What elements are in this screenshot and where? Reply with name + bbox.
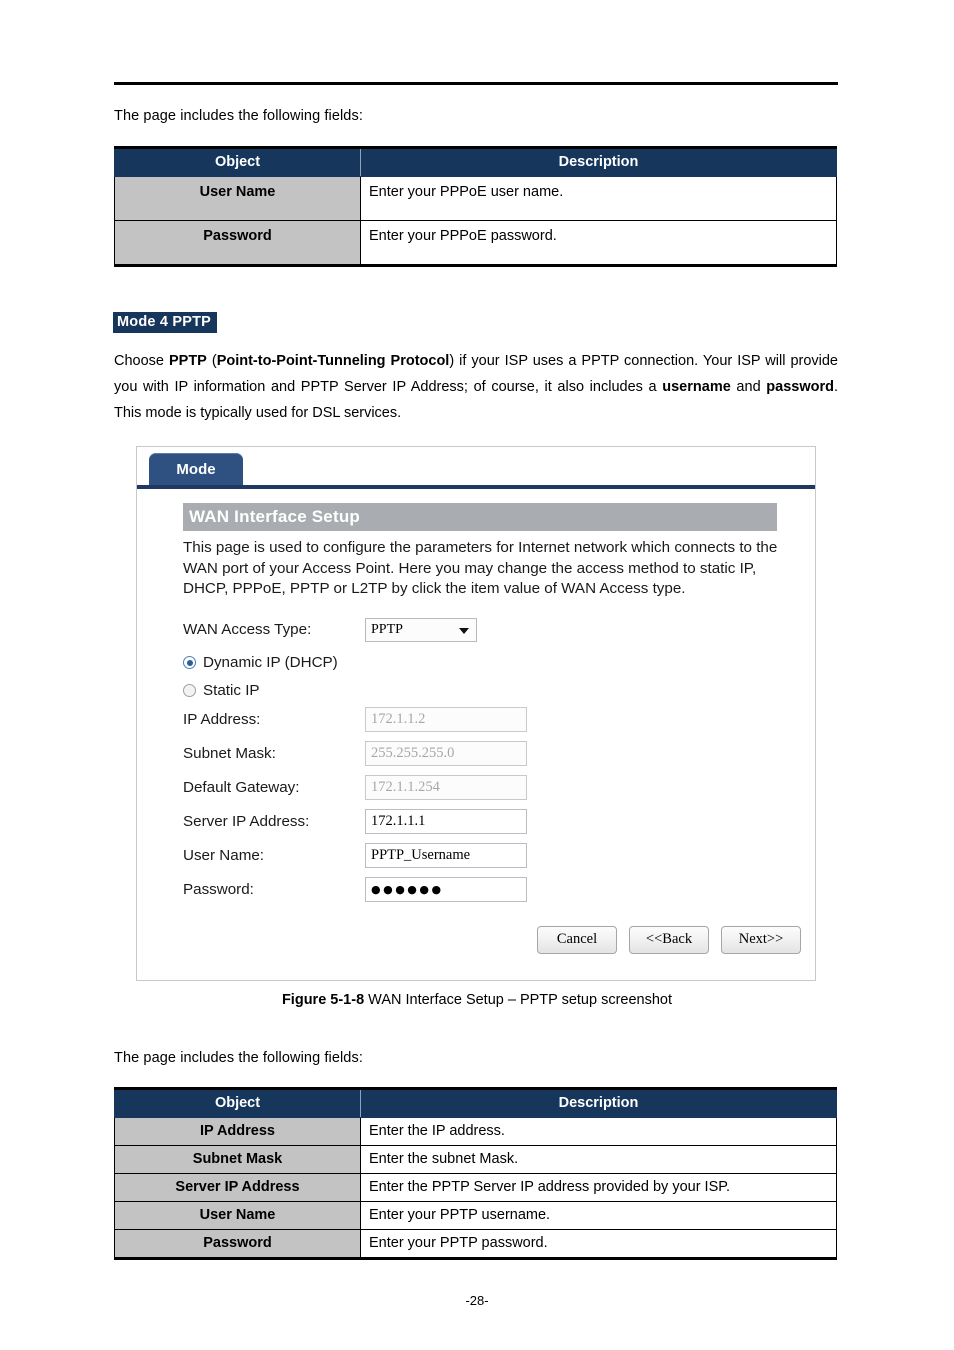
password-label: Password: bbox=[183, 881, 254, 898]
cell-description: Enter your PPPoE password. bbox=[360, 220, 837, 266]
table-row: User Name Enter your PPTP username. bbox=[114, 1201, 837, 1230]
column-header-object: Object bbox=[114, 1088, 361, 1118]
column-header-object: Object bbox=[114, 147, 361, 177]
router-admin-screenshot: Mode WAN Interface Setup This page is us… bbox=[136, 446, 816, 981]
table-header-row: Object Description bbox=[114, 147, 837, 177]
wan-setup-form: WAN Access Type: PPTP Dynamic IP (DHCP) … bbox=[183, 616, 815, 954]
ip-address-row: IP Address: 172.1.1.2 bbox=[183, 706, 815, 734]
para-bold-protocol: Point-to-Point-Tunneling Protocol bbox=[216, 353, 450, 369]
password-input[interactable]: ●●●●●● bbox=[365, 877, 527, 902]
object-description-table-top: Object Description User Name Enter your … bbox=[114, 146, 837, 267]
section-paragraph: Choose PPTP (Point-to-Point-Tunneling Pr… bbox=[114, 348, 838, 426]
password-row: Password: ●●●●●● bbox=[183, 876, 815, 904]
subnet-mask-row: Subnet Mask: 255.255.255.0 bbox=[183, 740, 815, 768]
user-name-input[interactable]: PPTP_Username bbox=[365, 843, 527, 868]
ip-address-label: IP Address: bbox=[183, 711, 261, 728]
figure-caption-text: WAN Interface Setup – PPTP setup screens… bbox=[364, 992, 673, 1008]
figure-number: Figure 5-1-8 bbox=[281, 992, 365, 1008]
column-header-description: Description bbox=[360, 1088, 837, 1118]
document-page: The page includes the following fields: … bbox=[0, 0, 954, 1350]
cell-object: User Name bbox=[114, 1201, 361, 1230]
para-bold-username: username bbox=[662, 379, 731, 395]
cell-description: Enter your PPTP username. bbox=[360, 1201, 837, 1230]
cell-description: Enter the IP address. bbox=[360, 1117, 837, 1146]
para-part-1: Choose bbox=[114, 353, 169, 369]
figure-caption: Figure 5-1-8 WAN Interface Setup – PPTP … bbox=[0, 992, 954, 1008]
wan-access-type-label: WAN Access Type: bbox=[183, 621, 312, 638]
cell-description: Enter the PPTP Server IP address provide… bbox=[360, 1173, 837, 1202]
default-gateway-label: Default Gateway: bbox=[183, 779, 300, 796]
section-description: This page is used to configure the param… bbox=[183, 539, 778, 597]
cell-object: Subnet Mask bbox=[114, 1145, 361, 1174]
cell-object: User Name bbox=[114, 176, 361, 221]
section-title-bar: WAN Interface Setup bbox=[183, 503, 777, 531]
object-description-table-bottom: Object Description IP Address Enter the … bbox=[114, 1087, 837, 1260]
cell-object: Server IP Address bbox=[114, 1173, 361, 1202]
ip-address-input[interactable]: 172.1.1.2 bbox=[365, 707, 527, 732]
section-heading-mode-4-pptp: Mode 4 PPTP bbox=[113, 312, 218, 333]
wan-access-type-value: PPTP bbox=[371, 621, 403, 637]
chevron-down-icon bbox=[459, 627, 469, 634]
column-header-description: Description bbox=[360, 147, 837, 177]
para-bold-pptp: PPTP bbox=[168, 353, 207, 369]
wan-access-type-row: WAN Access Type: PPTP bbox=[183, 616, 815, 644]
para-bold-password: password bbox=[766, 379, 834, 395]
wan-access-type-select[interactable]: PPTP bbox=[365, 617, 477, 642]
cell-description: Enter your PPTP password. bbox=[360, 1229, 837, 1259]
cell-object: Password bbox=[114, 1229, 361, 1259]
intro-text-bottom: The page includes the following fields: bbox=[114, 1050, 363, 1066]
para-part-2: ( bbox=[206, 353, 217, 369]
radio-option-dynamic-ip[interactable]: Dynamic IP (DHCP) bbox=[183, 650, 815, 676]
radio-static-ip-label: Static IP bbox=[203, 682, 260, 699]
table-row: Subnet Mask Enter the subnet Mask. bbox=[114, 1145, 837, 1174]
user-name-row: User Name: PPTP_Username bbox=[183, 842, 815, 870]
cell-object: IP Address bbox=[114, 1117, 361, 1146]
back-button[interactable]: <<Back bbox=[629, 925, 709, 954]
table-header-row: Object Description bbox=[114, 1088, 837, 1118]
next-button[interactable]: Next>> bbox=[721, 925, 801, 954]
cancel-button[interactable]: Cancel bbox=[537, 925, 617, 954]
cell-description: Enter your PPPoE user name. bbox=[360, 176, 837, 221]
default-gateway-row: Default Gateway: 172.1.1.254 bbox=[183, 774, 815, 802]
table-row: Password Enter your PPTP password. bbox=[114, 1229, 837, 1259]
default-gateway-input[interactable]: 172.1.1.254 bbox=[365, 775, 527, 800]
user-name-label: User Name: bbox=[183, 847, 265, 864]
page-number: -28- bbox=[465, 1293, 489, 1308]
cell-object: Password bbox=[114, 220, 361, 266]
panel-body: WAN Interface Setup This page is used to… bbox=[137, 489, 815, 954]
server-ip-address-input[interactable]: 172.1.1.1 bbox=[365, 809, 527, 834]
intro-text-top: The page includes the following fields: bbox=[114, 108, 363, 124]
form-button-row: Cancel <<Back Next>> bbox=[183, 925, 815, 954]
radio-option-static-ip[interactable]: Static IP bbox=[183, 678, 815, 704]
tab-bar: Mode bbox=[137, 447, 815, 489]
radio-static-ip-indicator[interactable] bbox=[183, 684, 196, 697]
server-ip-address-row: Server IP Address: 172.1.1.1 bbox=[183, 808, 815, 836]
table-row: Server IP Address Enter the PPTP Server … bbox=[114, 1173, 837, 1202]
subnet-mask-label: Subnet Mask: bbox=[183, 745, 276, 762]
subnet-mask-input[interactable]: 255.255.255.0 bbox=[365, 741, 527, 766]
server-ip-address-label: Server IP Address: bbox=[183, 813, 310, 830]
header-rule bbox=[114, 82, 838, 85]
radio-dynamic-ip-label: Dynamic IP (DHCP) bbox=[203, 654, 338, 671]
table-row: IP Address Enter the IP address. bbox=[114, 1117, 837, 1146]
table-row: User Name Enter your PPPoE user name. bbox=[114, 176, 837, 221]
cell-description: Enter the subnet Mask. bbox=[360, 1145, 837, 1174]
table-row: Password Enter your PPPoE password. bbox=[114, 220, 837, 266]
para-part-4: and bbox=[730, 379, 767, 395]
tab-mode[interactable]: Mode bbox=[149, 453, 243, 485]
radio-dynamic-ip-indicator[interactable] bbox=[183, 656, 196, 669]
